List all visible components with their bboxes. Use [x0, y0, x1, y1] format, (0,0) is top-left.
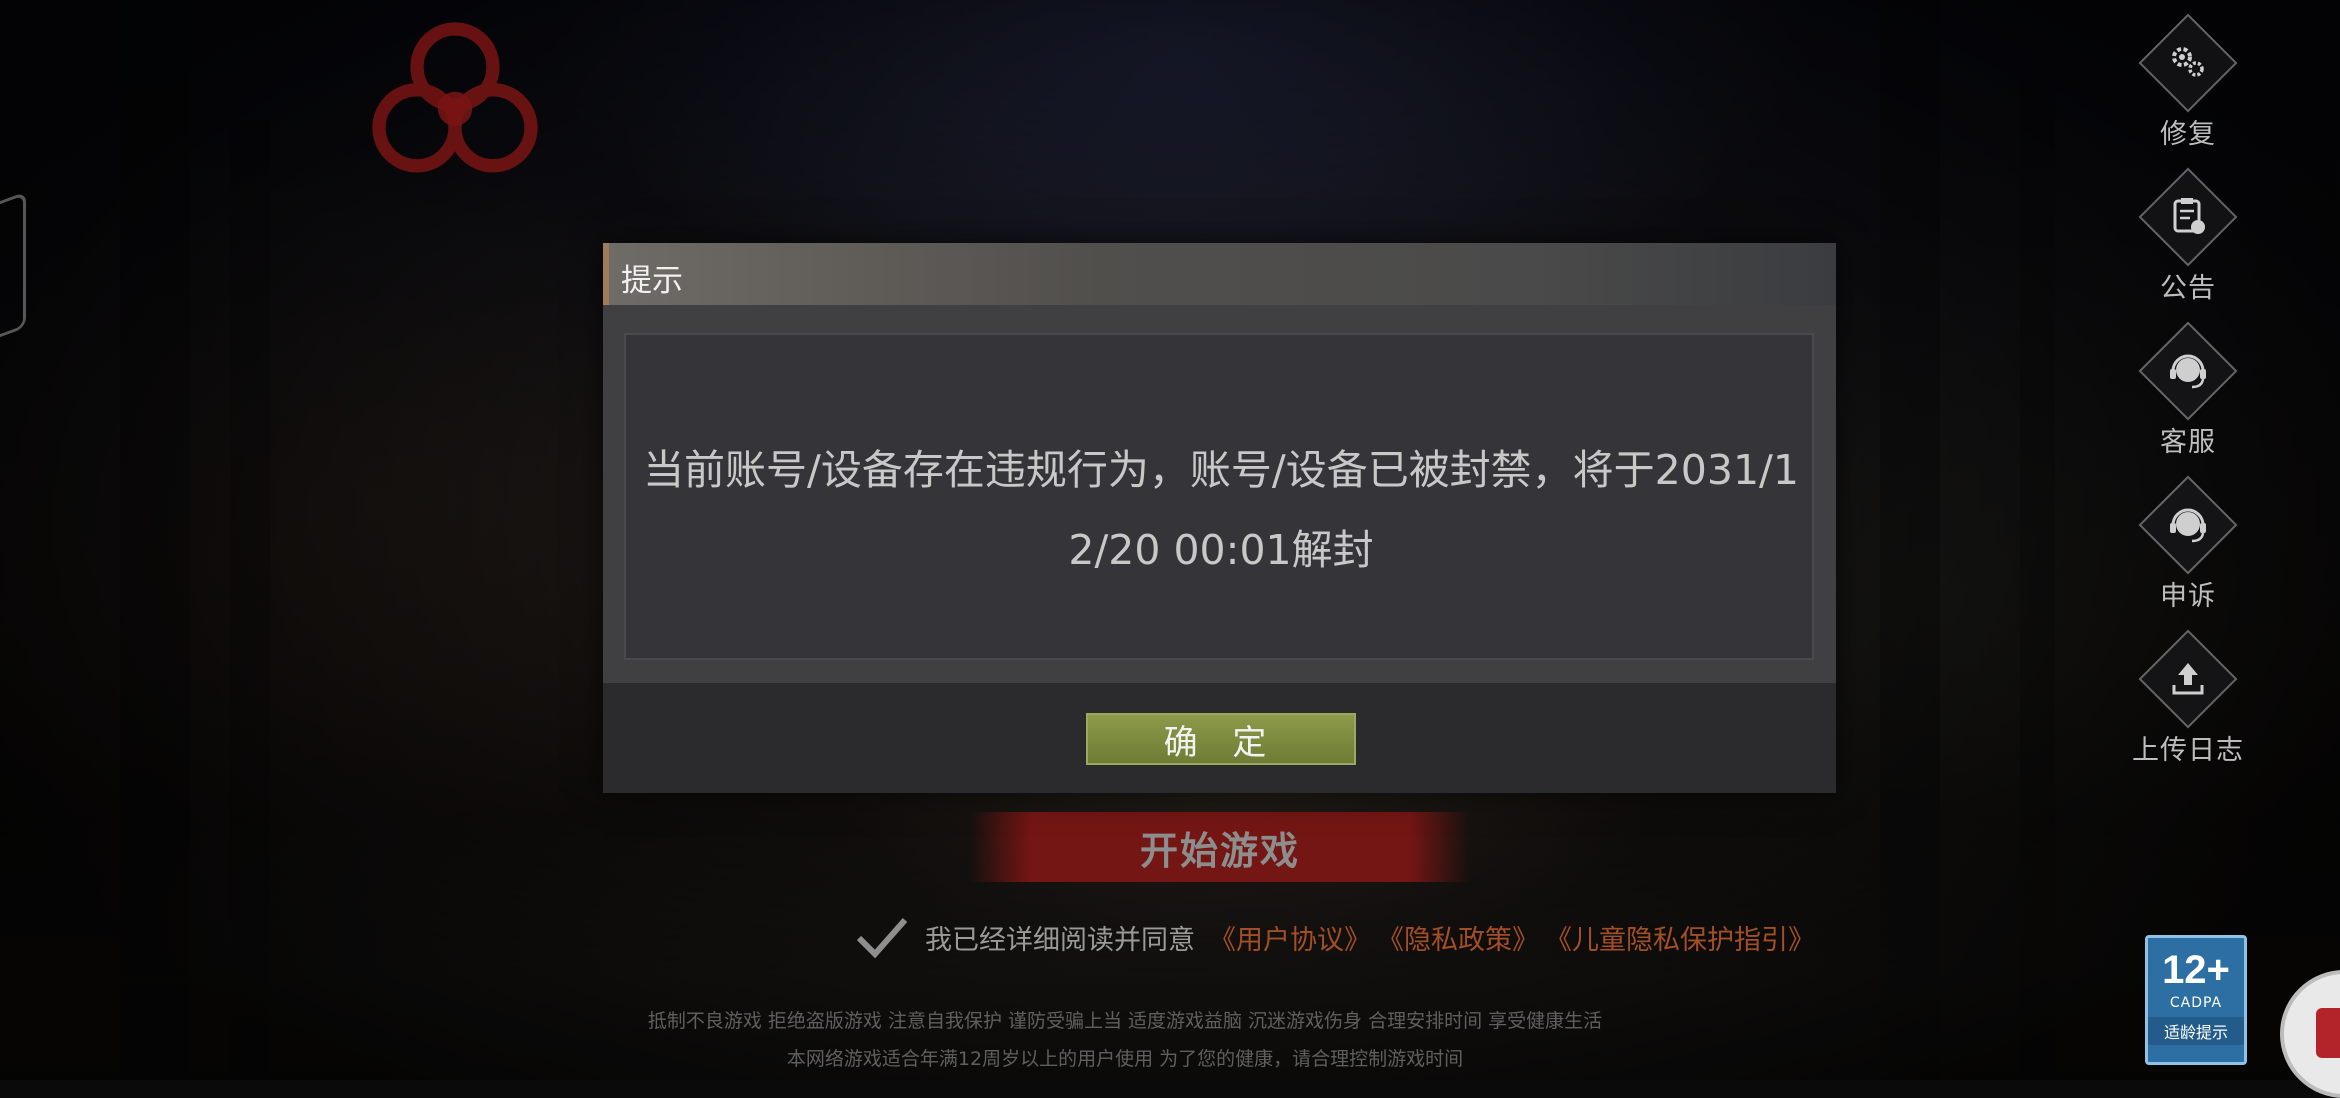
- side-button-frame: [2138, 13, 2238, 113]
- side-button-frame: [2138, 475, 2238, 575]
- side-button-label: 上传日志: [2132, 735, 2244, 766]
- left-edge-handle[interactable]: [0, 191, 26, 345]
- side-button-frame: [2138, 629, 2238, 729]
- confirm-button[interactable]: 确 定: [1086, 713, 1356, 765]
- side-button-label: 申诉: [2160, 581, 2216, 612]
- agreement-row: 我已经详细阅读并同意 《用户协议》 《隐私政策》 《儿童隐私保护指引》: [855, 912, 1821, 962]
- start-game-button[interactable]: 开始游戏: [970, 812, 1470, 882]
- age-rating-badge[interactable]: 12+ CADPA 适龄提示: [2145, 935, 2247, 1065]
- checkmark-icon[interactable]: [855, 914, 909, 960]
- side-button-upload-log[interactable]: 上传日志: [2108, 629, 2268, 767]
- side-button-support[interactable]: 客服: [2108, 321, 2268, 459]
- upload-icon: [2172, 663, 2204, 695]
- child-privacy-link[interactable]: 《儿童隐私保护指引》: [1545, 918, 1815, 957]
- side-button-label: 公告: [2160, 273, 2216, 304]
- biohazard-logo-icon: [372, 22, 538, 173]
- dialog-titlebar: 提示: [603, 243, 1836, 305]
- headset-icon: [2170, 508, 2206, 543]
- health-notice-line1: 抵制不良游戏 拒绝盗版游戏 注意自我保护 谨防受骗上当 适度游戏益脑 沉迷游戏伤…: [647, 1010, 1603, 1032]
- age-rating-value: 12+: [2162, 948, 2230, 992]
- health-notice-line2: 本网络游戏适合年满12周岁以上的用户使用 为了您的健康，请合理控制游戏时间: [786, 1048, 1464, 1070]
- side-button-repair[interactable]: 修复: [2108, 13, 2268, 151]
- privacy-policy-link[interactable]: 《隐私政策》: [1377, 918, 1539, 957]
- headset-icon: [2170, 354, 2206, 389]
- gear-icon: [2172, 47, 2204, 77]
- side-button-notice[interactable]: 公告: [2108, 167, 2268, 305]
- floating-button-icon: [2316, 1008, 2340, 1058]
- side-button-frame: [2138, 167, 2238, 267]
- ban-notice-dialog: 提示 当前账号/设备存在违规行为，账号/设备已被封禁，将于2031/12/20 …: [603, 243, 1836, 793]
- dialog-message: 当前账号/设备存在违规行为，账号/设备已被封禁，将于2031/12/20 00:…: [643, 446, 1799, 574]
- user-agreement-link[interactable]: 《用户协议》: [1209, 918, 1371, 957]
- side-button-label: 修复: [2160, 119, 2216, 150]
- clipboard-icon: [2173, 198, 2205, 234]
- dialog-message-box: 当前账号/设备存在违规行为，账号/设备已被封禁，将于2031/12/20 00:…: [624, 333, 1814, 660]
- dialog-title: 提示: [621, 263, 683, 299]
- age-rating-tip: 适龄提示: [2148, 1017, 2244, 1045]
- age-rating-org: CADPA: [2169, 995, 2223, 1011]
- side-button-label: 客服: [2160, 427, 2216, 458]
- agreement-text: 我已经详细阅读并同意: [925, 924, 1195, 956]
- side-button-frame: [2138, 321, 2238, 421]
- side-button-appeal[interactable]: 申诉: [2108, 475, 2268, 613]
